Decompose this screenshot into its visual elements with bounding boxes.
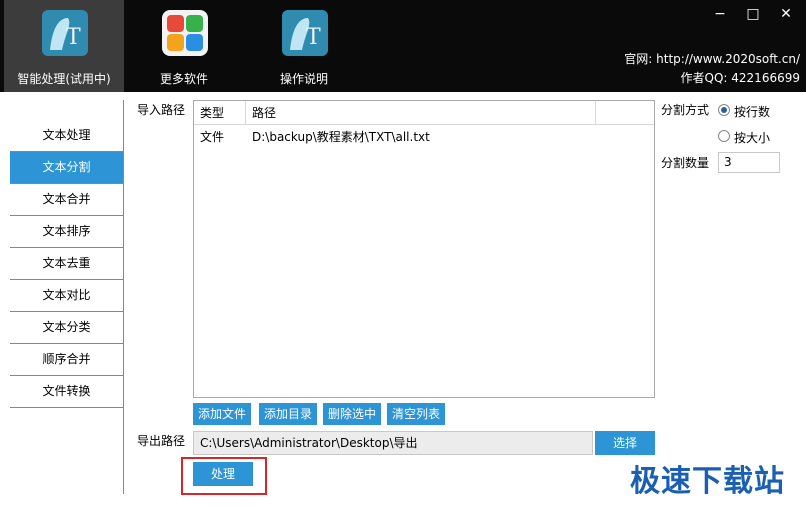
column-type[interactable]: 类型 <box>194 101 246 125</box>
minimize-icon[interactable]: − <box>712 6 728 22</box>
author-qq: 作者QQ: 422166699 <box>680 71 800 85</box>
split-mode-label: 分割方式 <box>661 103 710 117</box>
tool-instructions[interactable]: T 操作说明 <box>244 0 364 92</box>
row-path: D:\backup\教程素材\TXT\all.txt <box>252 130 430 144</box>
row-type: 文件 <box>200 130 225 144</box>
tool-more-software[interactable]: 更多软件 <box>124 0 244 92</box>
sidebar-item[interactable]: 文本去重 <box>10 248 123 280</box>
grid-icon <box>162 10 208 56</box>
tool-label: 智能处理(试用中) <box>17 72 111 86</box>
sidebar-item[interactable]: 顺序合并 <box>10 344 123 376</box>
import-file-list[interactable]: 类型 路径 文件 D:\backup\教程素材\TXT\all.txt <box>193 100 655 398</box>
sidebar-item[interactable]: 文本合并 <box>10 184 123 216</box>
close-icon[interactable]: ✕ <box>778 6 794 22</box>
radio-by-size[interactable] <box>718 130 730 142</box>
export-path-label: 导出路径 <box>137 434 186 448</box>
tool-label: 操作说明 <box>279 72 328 86</box>
site-info: 官网: http://www.2020soft.cn/ 作者QQ: 422166… <box>624 50 800 88</box>
sidebar-item[interactable]: 文本分割 <box>10 152 123 184</box>
choose-button[interactable]: 选择 <box>595 431 655 455</box>
column-path[interactable]: 路径 <box>246 101 596 125</box>
by-lines-label[interactable]: 按行数 <box>734 103 770 120</box>
add-file-button[interactable]: 添加文件 <box>193 403 251 425</box>
export-path-input[interactable]: C:\Users\Administrator\Desktop\导出 <box>193 431 593 455</box>
sidebar-item[interactable]: 文本对比 <box>10 280 123 312</box>
clear-list-button[interactable]: 清空列表 <box>387 403 445 425</box>
tool-smart-process[interactable]: T 智能处理(试用中) <box>4 0 124 92</box>
watermark: 极速下载站 <box>630 464 785 499</box>
maximize-icon[interactable]: □ <box>745 6 761 22</box>
process-button[interactable]: 处理 <box>193 462 253 486</box>
svg-text:T: T <box>66 25 81 50</box>
by-size-label[interactable]: 按大小 <box>734 129 770 146</box>
import-path-label: 导入路径 <box>137 103 186 117</box>
sidebar-nav: 文本处理 文本分割 文本合并 文本排序 文本去重 文本对比 文本分类 顺序合并 文件转换 <box>10 120 123 408</box>
radio-by-lines[interactable] <box>718 104 730 116</box>
svg-text:T: T <box>306 25 321 50</box>
add-directory-button[interactable]: 添加目录 <box>259 403 317 425</box>
sidebar-item[interactable]: 文本分类 <box>10 312 123 344</box>
split-count-input[interactable]: 3 <box>718 152 780 173</box>
nav-divider <box>123 100 124 494</box>
sidebar-item[interactable]: 文件转换 <box>10 376 123 408</box>
file-list-header: 类型 路径 <box>194 101 654 125</box>
sidebar-item[interactable]: 文本处理 <box>10 120 123 152</box>
top-toolbar: T 智能处理(试用中) 更多软件 T 操作说明 − □ ✕ 官网: http:/… <box>0 0 806 92</box>
delete-selected-button[interactable]: 删除选中 <box>323 403 381 425</box>
t-icon: T <box>42 10 88 56</box>
site-url: 官网: http://www.2020soft.cn/ <box>624 52 800 66</box>
split-count-label: 分割数量 <box>661 156 710 170</box>
t-icon: T <box>282 10 328 56</box>
tool-label: 更多软件 <box>159 72 208 86</box>
sidebar-item[interactable]: 文本排序 <box>10 216 123 248</box>
